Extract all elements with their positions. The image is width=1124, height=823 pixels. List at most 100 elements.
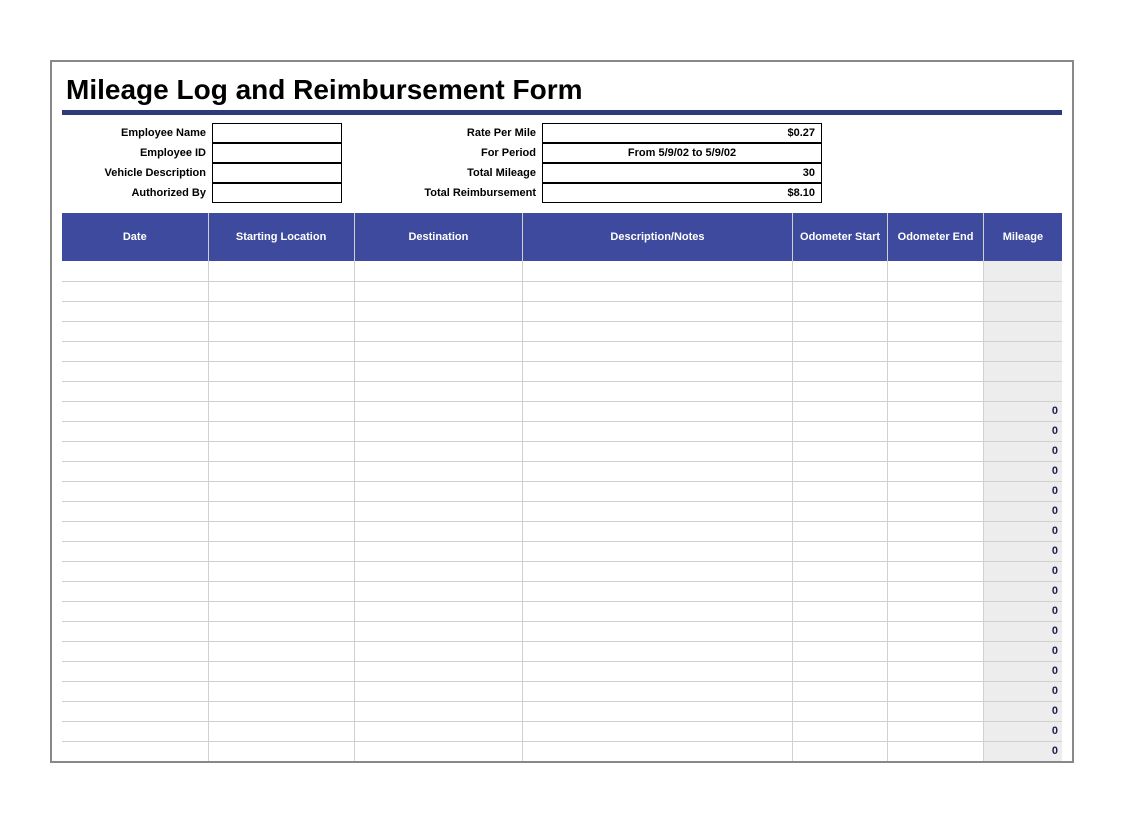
cell-ostart[interactable] bbox=[792, 401, 888, 421]
cell-start[interactable] bbox=[208, 581, 354, 601]
cell-oend[interactable] bbox=[888, 641, 984, 661]
cell-ostart[interactable] bbox=[792, 321, 888, 341]
cell-dest[interactable] bbox=[354, 741, 523, 761]
cell-start[interactable] bbox=[208, 681, 354, 701]
cell-start[interactable] bbox=[208, 261, 354, 281]
cell-mileage[interactable]: 0 bbox=[983, 681, 1062, 701]
cell-mileage[interactable]: 0 bbox=[983, 701, 1062, 721]
cell-ostart[interactable] bbox=[792, 301, 888, 321]
cell-desc[interactable] bbox=[523, 721, 793, 741]
cell-dest[interactable] bbox=[354, 501, 523, 521]
cell-start[interactable] bbox=[208, 601, 354, 621]
cell-oend[interactable] bbox=[888, 421, 984, 441]
cell-dest[interactable] bbox=[354, 481, 523, 501]
cell-ostart[interactable] bbox=[792, 361, 888, 381]
cell-desc[interactable] bbox=[523, 701, 793, 721]
cell-dest[interactable] bbox=[354, 281, 523, 301]
cell-mileage[interactable]: 0 bbox=[983, 441, 1062, 461]
cell-oend[interactable] bbox=[888, 721, 984, 741]
cell-desc[interactable] bbox=[523, 681, 793, 701]
cell-desc[interactable] bbox=[523, 261, 793, 281]
cell-date[interactable] bbox=[62, 701, 208, 721]
cell-desc[interactable] bbox=[523, 381, 793, 401]
cell-mileage[interactable]: 0 bbox=[983, 421, 1062, 441]
cell-date[interactable] bbox=[62, 721, 208, 741]
cell-start[interactable] bbox=[208, 621, 354, 641]
cell-oend[interactable] bbox=[888, 381, 984, 401]
cell-ostart[interactable] bbox=[792, 481, 888, 501]
cell-start[interactable] bbox=[208, 461, 354, 481]
cell-ostart[interactable] bbox=[792, 641, 888, 661]
cell-date[interactable] bbox=[62, 561, 208, 581]
cell-start[interactable] bbox=[208, 521, 354, 541]
cell-mileage[interactable] bbox=[983, 381, 1062, 401]
cell-mileage[interactable]: 0 bbox=[983, 521, 1062, 541]
cell-date[interactable] bbox=[62, 621, 208, 641]
cell-oend[interactable] bbox=[888, 261, 984, 281]
cell-desc[interactable] bbox=[523, 341, 793, 361]
cell-oend[interactable] bbox=[888, 521, 984, 541]
cell-desc[interactable] bbox=[523, 741, 793, 761]
cell-start[interactable] bbox=[208, 641, 354, 661]
cell-start[interactable] bbox=[208, 561, 354, 581]
cell-ostart[interactable] bbox=[792, 661, 888, 681]
cell-dest[interactable] bbox=[354, 561, 523, 581]
cell-date[interactable] bbox=[62, 741, 208, 761]
cell-start[interactable] bbox=[208, 501, 354, 521]
cell-oend[interactable] bbox=[888, 681, 984, 701]
cell-mileage[interactable]: 0 bbox=[983, 721, 1062, 741]
cell-desc[interactable] bbox=[523, 561, 793, 581]
cell-dest[interactable] bbox=[354, 321, 523, 341]
period-field[interactable]: From 5/9/02 to 5/9/02 bbox=[542, 143, 822, 163]
cell-dest[interactable] bbox=[354, 641, 523, 661]
cell-date[interactable] bbox=[62, 661, 208, 681]
authorized-by-field[interactable] bbox=[212, 183, 342, 203]
cell-date[interactable] bbox=[62, 481, 208, 501]
cell-mileage[interactable]: 0 bbox=[983, 461, 1062, 481]
cell-oend[interactable] bbox=[888, 561, 984, 581]
cell-date[interactable] bbox=[62, 261, 208, 281]
cell-ostart[interactable] bbox=[792, 421, 888, 441]
cell-start[interactable] bbox=[208, 741, 354, 761]
cell-ostart[interactable] bbox=[792, 741, 888, 761]
cell-ostart[interactable] bbox=[792, 581, 888, 601]
cell-dest[interactable] bbox=[354, 601, 523, 621]
cell-desc[interactable] bbox=[523, 461, 793, 481]
cell-mileage[interactable]: 0 bbox=[983, 741, 1062, 761]
cell-ostart[interactable] bbox=[792, 601, 888, 621]
cell-oend[interactable] bbox=[888, 281, 984, 301]
cell-date[interactable] bbox=[62, 581, 208, 601]
cell-mileage[interactable]: 0 bbox=[983, 541, 1062, 561]
cell-date[interactable] bbox=[62, 521, 208, 541]
cell-dest[interactable] bbox=[354, 701, 523, 721]
cell-mileage[interactable] bbox=[983, 281, 1062, 301]
cell-mileage[interactable] bbox=[983, 341, 1062, 361]
cell-ostart[interactable] bbox=[792, 281, 888, 301]
employee-name-field[interactable] bbox=[212, 123, 342, 143]
cell-dest[interactable] bbox=[354, 681, 523, 701]
cell-oend[interactable] bbox=[888, 661, 984, 681]
cell-desc[interactable] bbox=[523, 481, 793, 501]
cell-start[interactable] bbox=[208, 281, 354, 301]
cell-desc[interactable] bbox=[523, 401, 793, 421]
cell-date[interactable] bbox=[62, 401, 208, 421]
cell-date[interactable] bbox=[62, 441, 208, 461]
cell-mileage[interactable] bbox=[983, 301, 1062, 321]
cell-start[interactable] bbox=[208, 701, 354, 721]
cell-ostart[interactable] bbox=[792, 701, 888, 721]
cell-date[interactable] bbox=[62, 461, 208, 481]
cell-date[interactable] bbox=[62, 681, 208, 701]
cell-oend[interactable] bbox=[888, 701, 984, 721]
cell-mileage[interactable]: 0 bbox=[983, 561, 1062, 581]
cell-oend[interactable] bbox=[888, 321, 984, 341]
cell-mileage[interactable]: 0 bbox=[983, 601, 1062, 621]
cell-oend[interactable] bbox=[888, 541, 984, 561]
cell-oend[interactable] bbox=[888, 361, 984, 381]
cell-mileage[interactable]: 0 bbox=[983, 481, 1062, 501]
cell-dest[interactable] bbox=[354, 581, 523, 601]
cell-date[interactable] bbox=[62, 641, 208, 661]
cell-oend[interactable] bbox=[888, 461, 984, 481]
cell-mileage[interactable] bbox=[983, 321, 1062, 341]
cell-desc[interactable] bbox=[523, 521, 793, 541]
cell-desc[interactable] bbox=[523, 621, 793, 641]
